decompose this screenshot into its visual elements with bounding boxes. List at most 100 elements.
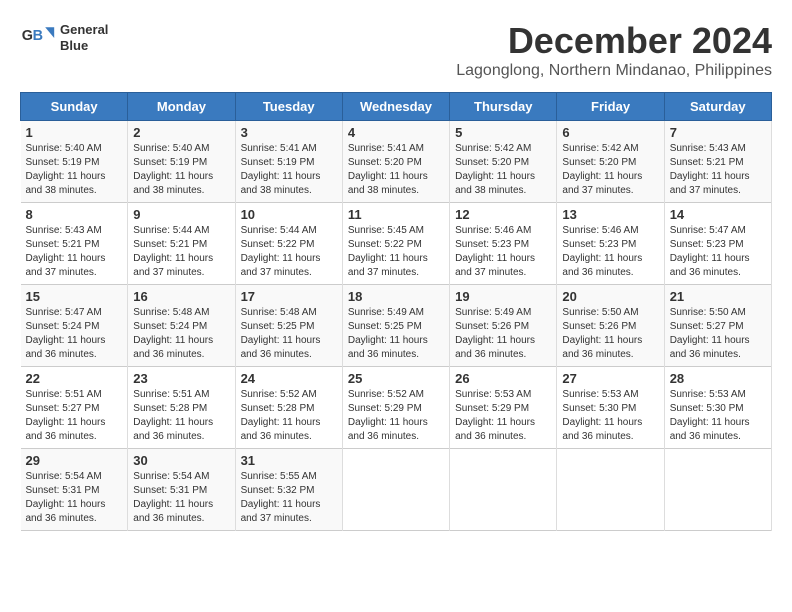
calendar-cell: 6 Sunrise: 5:42 AM Sunset: 5:20 PM Daylig…: [557, 121, 664, 203]
day-detail: Sunrise: 5:49 AM Sunset: 5:26 PM Dayligh…: [455, 306, 551, 362]
day-detail: Sunrise: 5:47 AM Sunset: 5:24 PM Dayligh…: [26, 306, 123, 362]
calendar-cell: 21Sunrise: 5:50 AM Sunset: 5:27 PM Dayli…: [664, 285, 771, 367]
day-number: 18: [348, 289, 444, 304]
calendar-cell: [342, 449, 449, 531]
calendar-cell: 3 Sunrise: 5:41 AM Sunset: 5:19 PM Daylig…: [235, 121, 342, 203]
weekday-header: Tuesday: [235, 93, 342, 121]
day-number: 13: [562, 207, 658, 222]
day-detail: Sunrise: 5:40 AM Sunset: 5:19 PM Dayligh…: [26, 142, 123, 198]
day-number: 9: [133, 207, 229, 222]
calendar-cell: 17 Sunrise: 5:48 AM Sunset: 5:25 PM Dayli…: [235, 285, 342, 367]
day-detail: Sunrise: 5:52 AM Sunset: 5:28 PM Dayligh…: [241, 388, 337, 444]
calendar-cell: 26 Sunrise: 5:53 AM Sunset: 5:29 PM Dayli…: [450, 367, 557, 449]
svg-text:B: B: [33, 28, 43, 44]
day-number: 11: [348, 207, 444, 222]
calendar-cell: 29 Sunrise: 5:54 AM Sunset: 5:31 PM Dayli…: [21, 449, 128, 531]
day-detail: Sunrise: 5:45 AM Sunset: 5:22 PM Dayligh…: [348, 224, 444, 280]
calendar-cell: 13 Sunrise: 5:46 AM Sunset: 5:23 PM Dayli…: [557, 203, 664, 285]
svg-text:G: G: [22, 28, 33, 44]
day-number: 15: [26, 289, 123, 304]
day-detail: Sunrise: 5:54 AM Sunset: 5:31 PM Dayligh…: [133, 470, 229, 526]
title-block: December 2024 Lagonglong, Northern Minda…: [456, 20, 772, 88]
calendar-cell: 25 Sunrise: 5:52 AM Sunset: 5:29 PM Dayli…: [342, 367, 449, 449]
weekday-header: Thursday: [450, 93, 557, 121]
day-number: 8: [26, 207, 123, 222]
day-number: 29: [26, 453, 123, 468]
day-number: 3: [241, 125, 337, 140]
day-detail: Sunrise: 5:55 AM Sunset: 5:32 PM Dayligh…: [241, 470, 337, 526]
calendar-table: SundayMondayTuesdayWednesdayThursdayFrid…: [20, 92, 772, 531]
day-detail: Sunrise: 5:40 AM Sunset: 5:19 PM Dayligh…: [133, 142, 229, 198]
day-detail: Sunrise: 5:42 AM Sunset: 5:20 PM Dayligh…: [455, 142, 551, 198]
calendar-cell: 15 Sunrise: 5:47 AM Sunset: 5:24 PM Dayli…: [21, 285, 128, 367]
day-detail: Sunrise: 5:53 AM Sunset: 5:30 PM Dayligh…: [562, 388, 658, 444]
weekday-header: Monday: [128, 93, 235, 121]
day-number: 4: [348, 125, 444, 140]
day-number: 27: [562, 371, 658, 386]
calendar-cell: 31 Sunrise: 5:55 AM Sunset: 5:32 PM Dayli…: [235, 449, 342, 531]
logo-text: General Blue: [60, 22, 108, 53]
calendar-cell: 14 Sunrise: 5:47 AM Sunset: 5:23 PM Dayli…: [664, 203, 771, 285]
calendar-cell: 8 Sunrise: 5:43 AM Sunset: 5:21 PM Daylig…: [21, 203, 128, 285]
day-number: 23: [133, 371, 229, 386]
day-detail: Sunrise: 5:41 AM Sunset: 5:20 PM Dayligh…: [348, 142, 444, 198]
day-number: 19: [455, 289, 551, 304]
calendar-cell: 18Sunrise: 5:49 AM Sunset: 5:25 PM Dayli…: [342, 285, 449, 367]
day-number: 1: [26, 125, 123, 140]
calendar-cell: [664, 449, 771, 531]
day-detail: Sunrise: 5:48 AM Sunset: 5:24 PM Dayligh…: [133, 306, 229, 362]
day-detail: Sunrise: 5:48 AM Sunset: 5:25 PM Dayligh…: [241, 306, 337, 362]
day-detail: Sunrise: 5:47 AM Sunset: 5:23 PM Dayligh…: [670, 224, 766, 280]
logo-icon: G B: [20, 20, 56, 56]
calendar-cell: 9 Sunrise: 5:44 AM Sunset: 5:21 PM Daylig…: [128, 203, 235, 285]
day-number: 17: [241, 289, 337, 304]
day-detail: Sunrise: 5:54 AM Sunset: 5:31 PM Dayligh…: [26, 470, 123, 526]
day-number: 31: [241, 453, 337, 468]
day-detail: Sunrise: 5:50 AM Sunset: 5:26 PM Dayligh…: [562, 306, 658, 362]
day-detail: Sunrise: 5:43 AM Sunset: 5:21 PM Dayligh…: [26, 224, 123, 280]
day-number: 10: [241, 207, 337, 222]
day-number: 26: [455, 371, 551, 386]
day-detail: Sunrise: 5:44 AM Sunset: 5:21 PM Dayligh…: [133, 224, 229, 280]
calendar-cell: [557, 449, 664, 531]
day-detail: Sunrise: 5:44 AM Sunset: 5:22 PM Dayligh…: [241, 224, 337, 280]
day-detail: Sunrise: 5:53 AM Sunset: 5:30 PM Dayligh…: [670, 388, 766, 444]
calendar-header: SundayMondayTuesdayWednesdayThursdayFrid…: [21, 93, 772, 121]
day-number: 16: [133, 289, 229, 304]
calendar-cell: 30 Sunrise: 5:54 AM Sunset: 5:31 PM Dayli…: [128, 449, 235, 531]
calendar-cell: 1 Sunrise: 5:40 AM Sunset: 5:19 PM Daylig…: [21, 121, 128, 203]
weekday-header: Wednesday: [342, 93, 449, 121]
day-number: 30: [133, 453, 229, 468]
day-number: 2: [133, 125, 229, 140]
calendar-cell: [450, 449, 557, 531]
day-number: 12: [455, 207, 551, 222]
weekday-header: Sunday: [21, 93, 128, 121]
day-number: 14: [670, 207, 766, 222]
day-number: 24: [241, 371, 337, 386]
calendar-cell: 24 Sunrise: 5:52 AM Sunset: 5:28 PM Dayli…: [235, 367, 342, 449]
day-detail: Sunrise: 5:52 AM Sunset: 5:29 PM Dayligh…: [348, 388, 444, 444]
page-header: G B General Blue December 2024 Lagonglon…: [20, 20, 772, 88]
calendar-cell: 12 Sunrise: 5:46 AM Sunset: 5:23 PM Dayli…: [450, 203, 557, 285]
calendar-cell: 10 Sunrise: 5:44 AM Sunset: 5:22 PM Dayli…: [235, 203, 342, 285]
day-detail: Sunrise: 5:41 AM Sunset: 5:19 PM Dayligh…: [241, 142, 337, 198]
day-number: 28: [670, 371, 766, 386]
day-detail: Sunrise: 5:42 AM Sunset: 5:20 PM Dayligh…: [562, 142, 658, 198]
day-number: 5: [455, 125, 551, 140]
day-number: 7: [670, 125, 766, 140]
day-number: 25: [348, 371, 444, 386]
weekday-header: Friday: [557, 93, 664, 121]
calendar-cell: 4 Sunrise: 5:41 AM Sunset: 5:20 PM Daylig…: [342, 121, 449, 203]
calendar-cell: 2 Sunrise: 5:40 AM Sunset: 5:19 PM Daylig…: [128, 121, 235, 203]
day-detail: Sunrise: 5:46 AM Sunset: 5:23 PM Dayligh…: [562, 224, 658, 280]
day-detail: Sunrise: 5:51 AM Sunset: 5:27 PM Dayligh…: [26, 388, 123, 444]
day-detail: Sunrise: 5:50 AM Sunset: 5:27 PM Dayligh…: [670, 306, 766, 362]
logo: G B General Blue: [20, 20, 108, 56]
calendar-cell: 27 Sunrise: 5:53 AM Sunset: 5:30 PM Dayli…: [557, 367, 664, 449]
location-title: Lagonglong, Northern Mindanao, Philippin…: [456, 62, 772, 80]
day-number: 6: [562, 125, 658, 140]
calendar-cell: 11 Sunrise: 5:45 AM Sunset: 5:22 PM Dayli…: [342, 203, 449, 285]
month-title: December 2024: [456, 20, 772, 62]
day-detail: Sunrise: 5:53 AM Sunset: 5:29 PM Dayligh…: [455, 388, 551, 444]
day-detail: Sunrise: 5:46 AM Sunset: 5:23 PM Dayligh…: [455, 224, 551, 280]
